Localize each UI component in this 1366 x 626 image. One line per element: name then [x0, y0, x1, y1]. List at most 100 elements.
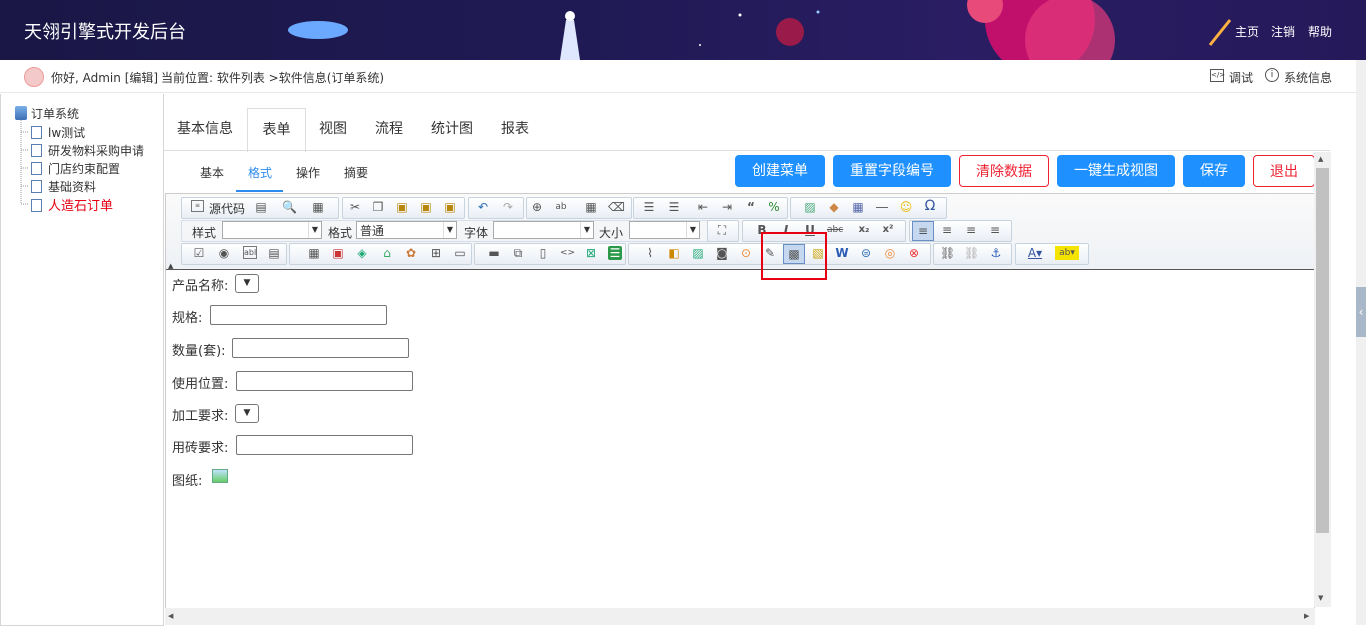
undo-icon[interactable]: ↶: [476, 200, 490, 214]
nav-home-link[interactable]: 主页: [1235, 23, 1259, 40]
smiley-icon[interactable]: ☺: [899, 200, 913, 214]
list-field-icon[interactable]: ☰: [608, 246, 622, 260]
vertical-scroll-thumb[interactable]: [1316, 168, 1329, 533]
textfield-icon[interactable]: abl: [243, 246, 257, 259]
template-icon[interactable]: ▦: [311, 200, 325, 214]
cut-icon[interactable]: ✂: [348, 200, 362, 214]
tab-form[interactable]: 表单: [247, 108, 306, 152]
scroll-up-icon[interactable]: ▲: [1318, 155, 1323, 163]
camera-icon[interactable]: ◙: [715, 246, 729, 260]
collapse-handle-icon[interactable]: ‹: [1356, 287, 1366, 337]
debug-link[interactable]: 调试: [1229, 69, 1253, 86]
tree-root[interactable]: 订单系统: [15, 105, 79, 122]
tree-item-purchase[interactable]: 研发物料采购申请: [31, 142, 144, 159]
word-icon[interactable]: W: [835, 246, 849, 260]
outdent-icon[interactable]: ⇤: [696, 200, 710, 214]
unlink-icon[interactable]: ⛓: [964, 246, 979, 260]
calculated-field-icon[interactable]: ⊠: [584, 246, 598, 260]
save-button[interactable]: 保存: [1183, 155, 1245, 187]
create-menu-button[interactable]: 创建菜单: [735, 155, 825, 187]
info-icon[interactable]: i: [1265, 68, 1279, 82]
color-picker-icon[interactable]: ◎: [883, 246, 897, 260]
nav-logout-link[interactable]: 注销: [1271, 23, 1295, 40]
replace-icon[interactable]: ab: [554, 200, 568, 214]
align-left-icon[interactable]: ≡: [912, 221, 934, 241]
tab-report[interactable]: 报表: [487, 108, 543, 150]
table-icon[interactable]: ▦: [851, 200, 865, 214]
indent-icon[interactable]: ⇥: [720, 200, 734, 214]
align-justify-icon[interactable]: ≡: [988, 223, 1002, 237]
new-page-icon[interactable]: ▤: [254, 200, 268, 214]
generate-view-button[interactable]: 一键生成视图: [1057, 155, 1175, 187]
source-code-icon[interactable]: ≡: [191, 200, 204, 212]
tree-item-lw[interactable]: lw测试: [31, 124, 85, 141]
html-field-icon[interactable]: <>: [560, 246, 575, 260]
subtab-summary[interactable]: 摘要: [344, 164, 368, 181]
find-icon[interactable]: ⊕: [530, 200, 544, 214]
strikethrough-icon[interactable]: abc: [827, 223, 843, 237]
preview-icon[interactable]: 🔍: [282, 200, 297, 214]
tab-basic-info[interactable]: 基本信息: [164, 108, 246, 150]
special-char-icon[interactable]: Ω: [923, 199, 937, 213]
source-code-button[interactable]: 源代码: [209, 200, 245, 217]
date-field-icon[interactable]: ▣: [331, 246, 345, 260]
department-icon[interactable]: ⌂: [380, 246, 394, 260]
scroll-down-icon[interactable]: ▼: [1318, 594, 1323, 602]
paste-text-icon[interactable]: ▣: [419, 200, 433, 214]
subscript-icon[interactable]: x₂: [857, 223, 871, 237]
processing-select[interactable]: ▼: [235, 404, 259, 423]
font-select[interactable]: ▼: [493, 221, 594, 239]
select-field-icon[interactable]: ◈: [355, 246, 369, 260]
tree-item-store[interactable]: 门店约束配置: [31, 160, 120, 177]
attachment-icon[interactable]: ⌇: [643, 246, 657, 260]
horizontal-scrollbar[interactable]: [165, 608, 1315, 625]
online-edit-icon[interactable]: ⊜: [859, 246, 873, 260]
image-icon[interactable]: ▨: [803, 200, 817, 214]
checkbox-field-icon[interactable]: ☑: [192, 246, 206, 260]
paste-icon[interactable]: ▣: [395, 200, 409, 214]
map-icon[interactable]: ⊙: [739, 246, 753, 260]
style-select[interactable]: ▼: [222, 221, 322, 239]
superscript-icon[interactable]: x²: [881, 223, 895, 237]
debug-icon[interactable]: </>: [1210, 69, 1225, 82]
include-icon[interactable]: ⧉: [511, 246, 525, 260]
image-placeholder-icon[interactable]: [212, 469, 228, 483]
scroll-left-icon[interactable]: ◀: [168, 612, 173, 620]
hidden-field-icon[interactable]: ▬: [487, 246, 501, 260]
background-color-icon[interactable]: ab▾: [1055, 246, 1079, 260]
layers-icon[interactable]: ◧: [667, 246, 681, 260]
tab-flow[interactable]: 流程: [361, 108, 417, 150]
align-center-icon[interactable]: ≡: [940, 223, 954, 237]
reset-field-number-button[interactable]: 重置字段编号: [833, 155, 951, 187]
flash-icon[interactable]: ◆: [827, 200, 841, 214]
scroll-right-icon[interactable]: ▶: [1304, 612, 1309, 620]
size-select[interactable]: ▼: [629, 221, 700, 239]
clear-data-button[interactable]: 清除数据: [959, 155, 1049, 187]
user-field-icon[interactable]: ✿: [404, 246, 418, 260]
attachment-field-icon[interactable]: ▯: [536, 246, 550, 260]
eraser-icon[interactable]: ⌫: [608, 200, 625, 214]
paste-word-icon[interactable]: ▣: [443, 200, 457, 214]
suggestion-icon[interactable]: ⊗: [907, 246, 921, 260]
form-grid-icon[interactable]: ▦: [307, 246, 321, 260]
select-all-icon[interactable]: ▦: [584, 200, 598, 214]
anchor-icon[interactable]: ⚓: [989, 246, 1003, 260]
system-info-link[interactable]: 系统信息: [1284, 69, 1332, 86]
numbered-list-icon[interactable]: ☰: [642, 200, 656, 214]
textarea-icon[interactable]: ▤: [267, 246, 281, 260]
image-upload-icon[interactable]: ▨: [691, 246, 705, 260]
brick-input[interactable]: [236, 435, 413, 455]
tab-view[interactable]: 视图: [305, 108, 361, 150]
quantity-input[interactable]: [232, 338, 409, 358]
text-color-icon[interactable]: A▾: [1025, 246, 1045, 260]
position-input[interactable]: [236, 371, 413, 391]
exit-button[interactable]: 退出: [1253, 155, 1315, 187]
product-name-select[interactable]: ▼: [235, 274, 259, 293]
horizontal-rule-icon[interactable]: ―: [875, 200, 889, 214]
tree-field-icon[interactable]: ⊞: [429, 246, 443, 260]
subtab-basic[interactable]: 基本: [200, 164, 224, 181]
subtab-format[interactable]: 格式: [248, 164, 272, 181]
tree-item-active-order[interactable]: 人造石订单: [31, 195, 113, 214]
user-greeting[interactable]: 你好, Admin [编辑]: [51, 69, 158, 86]
subtab-operation[interactable]: 操作: [296, 164, 320, 181]
